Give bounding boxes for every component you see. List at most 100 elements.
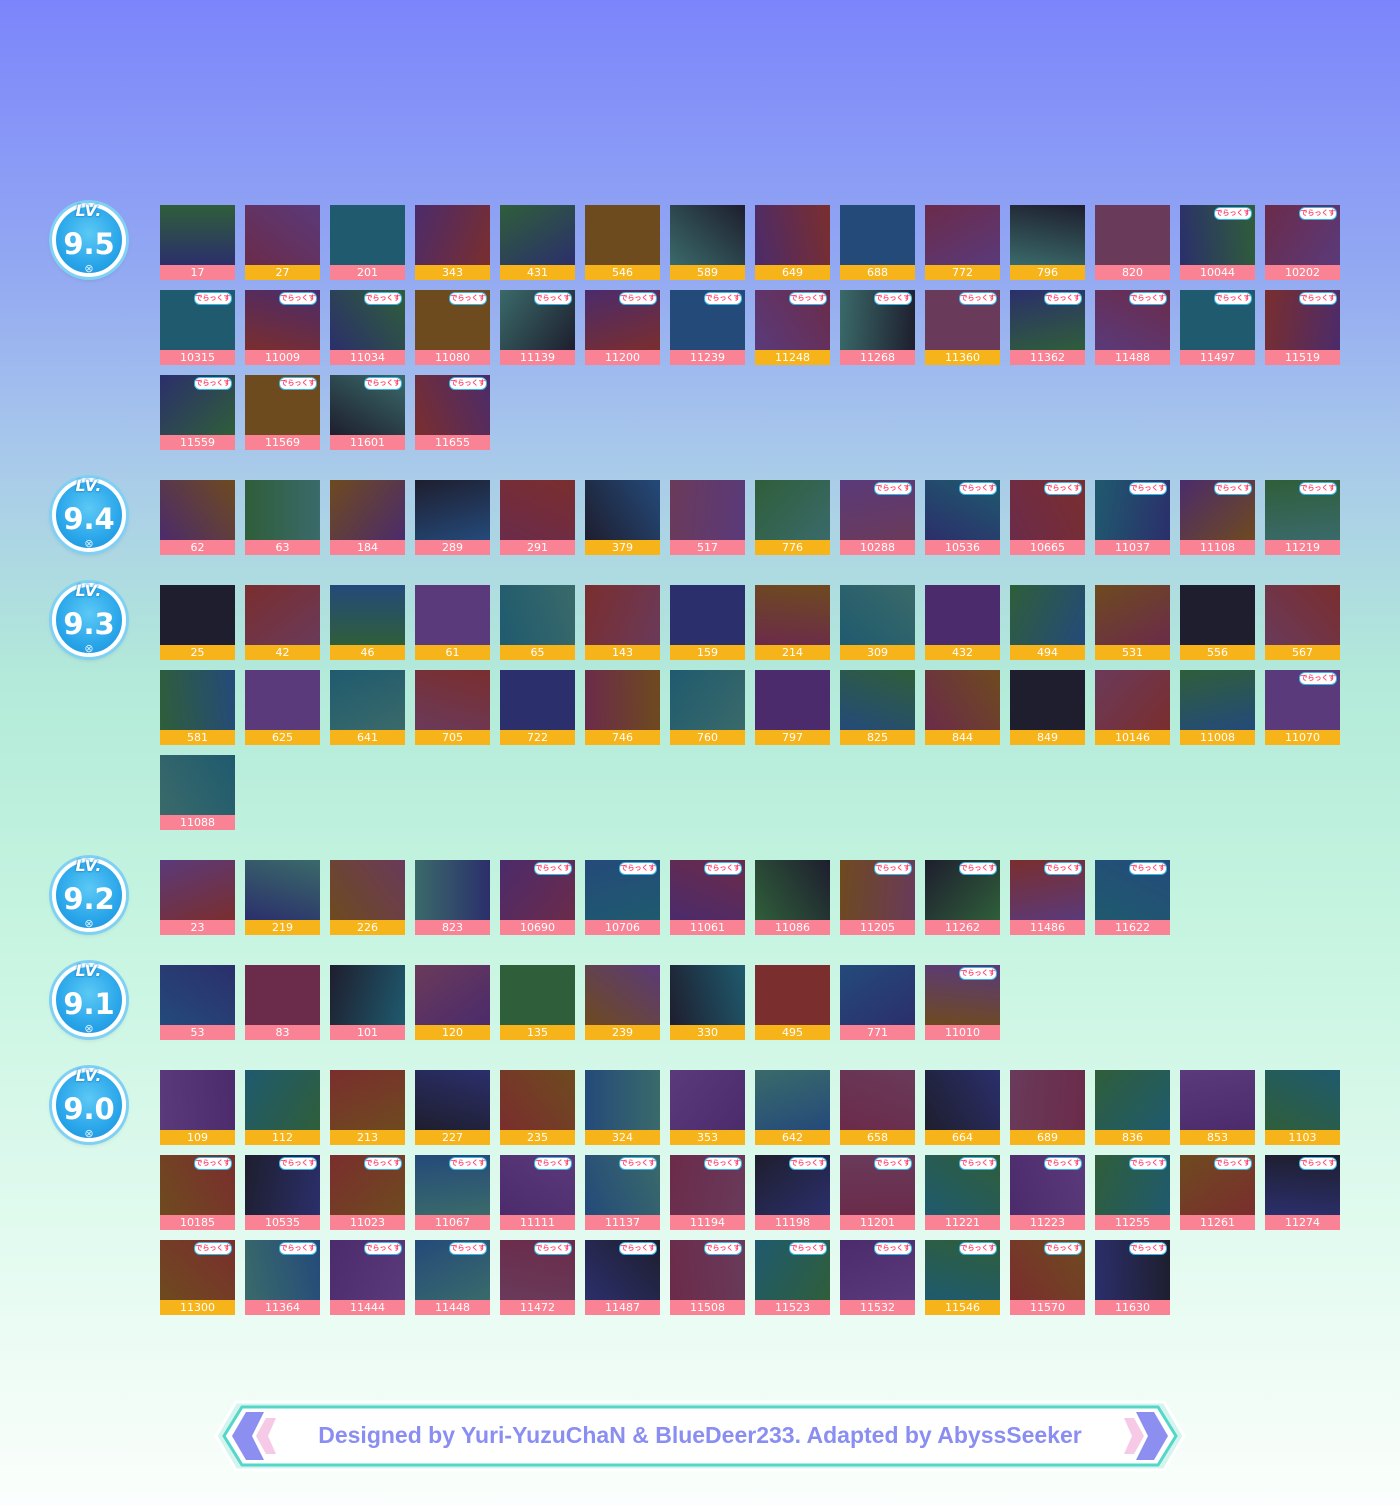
song-tile[interactable]: でらっくす 10690 [500, 860, 575, 935]
song-tile[interactable]: 112 [245, 1070, 320, 1145]
song-tile[interactable]: 642 [755, 1070, 830, 1145]
song-tile[interactable]: 61 [415, 585, 490, 660]
song-tile[interactable]: でらっくす 11362 [1010, 290, 1085, 365]
song-tile[interactable]: でらっくす 11037 [1095, 480, 1170, 555]
song-tile[interactable]: でらっくす 11508 [670, 1240, 745, 1315]
song-tile[interactable]: でらっくす 11559 [160, 375, 235, 450]
song-tile[interactable]: 664 [925, 1070, 1000, 1145]
song-tile[interactable]: 25 [160, 585, 235, 660]
song-tile[interactable]: 556 [1180, 585, 1255, 660]
song-tile[interactable]: でらっくす 11219 [1265, 480, 1340, 555]
song-tile[interactable]: 219 [245, 860, 320, 935]
song-tile[interactable]: でらっくす 10288 [840, 480, 915, 555]
song-tile[interactable]: 689 [1010, 1070, 1085, 1145]
song-tile[interactable]: 546 [585, 205, 660, 280]
song-tile[interactable]: でらっくす 10185 [160, 1155, 235, 1230]
song-tile[interactable]: でらっくす 11364 [245, 1240, 320, 1315]
song-tile[interactable]: 226 [330, 860, 405, 935]
song-tile[interactable]: でらっくす 11487 [585, 1240, 660, 1315]
song-tile[interactable]: 825 [840, 670, 915, 745]
song-tile[interactable]: でらっくす 11488 [1095, 290, 1170, 365]
song-tile[interactable]: 760 [670, 670, 745, 745]
song-tile[interactable]: 201 [330, 205, 405, 280]
song-tile[interactable]: でらっくす 11221 [925, 1155, 1000, 1230]
song-tile[interactable]: 23 [160, 860, 235, 935]
song-tile[interactable]: 214 [755, 585, 830, 660]
song-tile[interactable]: でらっくす 11655 [415, 375, 490, 450]
song-tile[interactable]: 849 [1010, 670, 1085, 745]
song-tile[interactable]: でらっくす 10044 [1180, 205, 1255, 280]
song-tile[interactable]: 567 [1265, 585, 1340, 660]
song-tile[interactable]: でらっくす 11300 [160, 1240, 235, 1315]
song-tile[interactable]: 101 [330, 965, 405, 1040]
song-tile[interactable]: でらっくす 11111 [500, 1155, 575, 1230]
song-tile[interactable]: でらっくす 11569 [245, 375, 320, 450]
song-tile[interactable]: 109 [160, 1070, 235, 1145]
song-tile[interactable]: でらっくす 11360 [925, 290, 1000, 365]
song-tile[interactable]: 379 [585, 480, 660, 555]
song-tile[interactable]: 823 [415, 860, 490, 935]
song-tile[interactable]: 722 [500, 670, 575, 745]
song-tile[interactable]: でらっくす 11010 [925, 965, 1000, 1040]
song-tile[interactable]: 705 [415, 670, 490, 745]
song-tile[interactable]: 494 [1010, 585, 1085, 660]
song-tile[interactable]: でらっくす 10202 [1265, 205, 1340, 280]
song-tile[interactable]: 746 [585, 670, 660, 745]
song-tile[interactable]: でらっくす 11070 [1265, 670, 1340, 745]
song-tile[interactable]: 291 [500, 480, 575, 555]
song-tile[interactable]: 589 [670, 205, 745, 280]
song-tile[interactable]: でらっくす 11448 [415, 1240, 490, 1315]
song-tile[interactable]: でらっくす 11223 [1010, 1155, 1085, 1230]
song-tile[interactable]: でらっくす 11034 [330, 290, 405, 365]
song-tile[interactable]: 11088 [160, 755, 235, 830]
song-tile[interactable]: でらっくす 11622 [1095, 860, 1170, 935]
song-tile[interactable]: 641 [330, 670, 405, 745]
song-tile[interactable]: でらっくす 11061 [670, 860, 745, 935]
song-tile[interactable]: 309 [840, 585, 915, 660]
song-tile[interactable]: 797 [755, 670, 830, 745]
song-tile[interactable]: 531 [1095, 585, 1170, 660]
song-tile[interactable]: 581 [160, 670, 235, 745]
song-tile[interactable]: 10146 [1095, 670, 1170, 745]
song-tile[interactable]: でらっくす 11268 [840, 290, 915, 365]
song-tile[interactable]: でらっくす 11200 [585, 290, 660, 365]
song-tile[interactable]: 213 [330, 1070, 405, 1145]
song-tile[interactable]: 688 [840, 205, 915, 280]
song-tile[interactable]: でらっくす 11080 [415, 290, 490, 365]
song-tile[interactable]: 820 [1095, 205, 1170, 280]
song-tile[interactable]: 11008 [1180, 670, 1255, 745]
song-tile[interactable]: でらっくす 11262 [925, 860, 1000, 935]
song-tile[interactable]: でらっくす 11205 [840, 860, 915, 935]
song-tile[interactable]: 27 [245, 205, 320, 280]
song-tile[interactable]: 431 [500, 205, 575, 280]
song-tile[interactable]: 289 [415, 480, 490, 555]
song-tile[interactable]: でらっくす 11472 [500, 1240, 575, 1315]
song-tile[interactable]: 343 [415, 205, 490, 280]
song-tile[interactable]: でらっくす 11519 [1265, 290, 1340, 365]
song-tile[interactable]: でらっくす 11137 [585, 1155, 660, 1230]
song-tile[interactable]: 625 [245, 670, 320, 745]
song-tile[interactable]: でらっくす 11139 [500, 290, 575, 365]
song-tile[interactable]: でらっくす 11486 [1010, 860, 1085, 935]
song-tile[interactable]: 353 [670, 1070, 745, 1145]
song-tile[interactable]: でらっくす 11261 [1180, 1155, 1255, 1230]
song-tile[interactable]: 796 [1010, 205, 1085, 280]
song-tile[interactable]: 53 [160, 965, 235, 1040]
song-tile[interactable]: 83 [245, 965, 320, 1040]
song-tile[interactable]: 771 [840, 965, 915, 1040]
song-tile[interactable]: 324 [585, 1070, 660, 1145]
song-tile[interactable]: でらっくす 11570 [1010, 1240, 1085, 1315]
song-tile[interactable]: 776 [755, 480, 830, 555]
song-tile[interactable]: でらっくす 11194 [670, 1155, 745, 1230]
song-tile[interactable]: でらっくす 11630 [1095, 1240, 1170, 1315]
song-tile[interactable]: でらっくす 11546 [925, 1240, 1000, 1315]
song-tile[interactable]: 235 [500, 1070, 575, 1145]
song-tile[interactable]: 649 [755, 205, 830, 280]
song-tile[interactable]: でらっくす 11023 [330, 1155, 405, 1230]
song-tile[interactable]: でらっくす 11532 [840, 1240, 915, 1315]
song-tile[interactable]: でらっくす 10315 [160, 290, 235, 365]
song-tile[interactable]: 658 [840, 1070, 915, 1145]
song-tile[interactable]: 853 [1180, 1070, 1255, 1145]
song-tile[interactable]: 227 [415, 1070, 490, 1145]
song-tile[interactable]: 432 [925, 585, 1000, 660]
